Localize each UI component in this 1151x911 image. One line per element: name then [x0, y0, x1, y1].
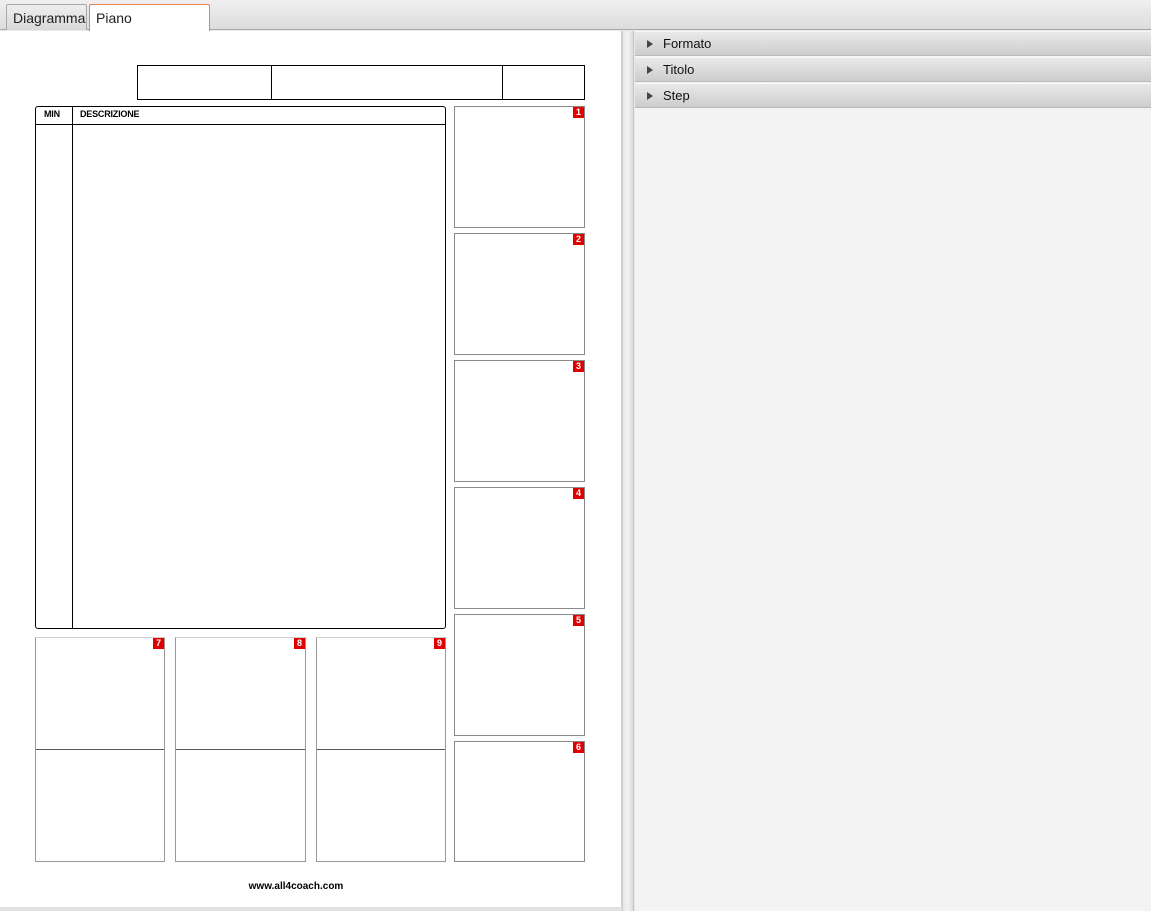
properties-panel: Formato Titolo Step: [635, 31, 1151, 911]
step-box-2[interactable]: 2: [454, 233, 585, 355]
section-label: Step: [663, 88, 690, 103]
step-number-badge: 8: [294, 638, 305, 649]
step-box-7[interactable]: 7: [35, 637, 165, 862]
step-box-1[interactable]: 1: [454, 106, 585, 228]
section-formato[interactable]: Formato: [635, 31, 1151, 56]
training-plan-sheet: MIN DESCRIZIONE 1 2 3 4 5 6 7 8 9 www.al…: [0, 31, 622, 907]
step-box-5[interactable]: 5: [454, 614, 585, 736]
header-field-1[interactable]: [137, 65, 272, 100]
step-number-badge: 5: [573, 615, 584, 626]
tab-piano-allenamento[interactable]: Piano Allenamento: [89, 4, 210, 52]
step-number-badge: 9: [434, 638, 445, 649]
step-number-badge: 4: [573, 488, 584, 499]
header-field-3[interactable]: [502, 65, 585, 100]
step-number-badge: 3: [573, 361, 584, 372]
section-label: Formato: [663, 36, 712, 51]
footer-website: www.all4coach.com: [248, 881, 344, 892]
column-header-min: MIN: [44, 109, 60, 119]
step-box-3[interactable]: 3: [454, 360, 585, 482]
exercise-table[interactable]: MIN DESCRIZIONE: [35, 106, 446, 629]
column-divider: [72, 107, 73, 628]
step-divider: [176, 749, 305, 750]
step-box-8[interactable]: 8: [175, 637, 306, 862]
horizontal-scrollbar[interactable]: [0, 907, 622, 911]
header-field-2[interactable]: [271, 65, 503, 100]
tab-bar: Diagramma Piano Allenamento: [0, 0, 1151, 52]
step-box-4[interactable]: 4: [454, 487, 585, 609]
column-header-descrizione: DESCRIZIONE: [80, 109, 140, 119]
step-box-6[interactable]: 6: [454, 741, 585, 862]
caret-right-icon: [647, 40, 653, 48]
section-titolo[interactable]: Titolo: [635, 57, 1151, 82]
step-number-badge: 1: [573, 107, 584, 118]
caret-right-icon: [647, 92, 653, 100]
header-divider: [36, 124, 445, 125]
section-label: Titolo: [663, 62, 695, 77]
step-box-9[interactable]: 9: [316, 637, 446, 862]
section-step[interactable]: Step: [635, 83, 1151, 108]
pane-splitter[interactable]: [622, 31, 634, 911]
step-number-badge: 2: [573, 234, 584, 245]
step-number-badge: 7: [153, 638, 164, 649]
step-number-badge: 6: [573, 742, 584, 753]
caret-right-icon: [647, 66, 653, 74]
step-divider: [317, 749, 445, 750]
step-divider: [36, 749, 164, 750]
tab-diagramma[interactable]: Diagramma: [6, 4, 87, 30]
